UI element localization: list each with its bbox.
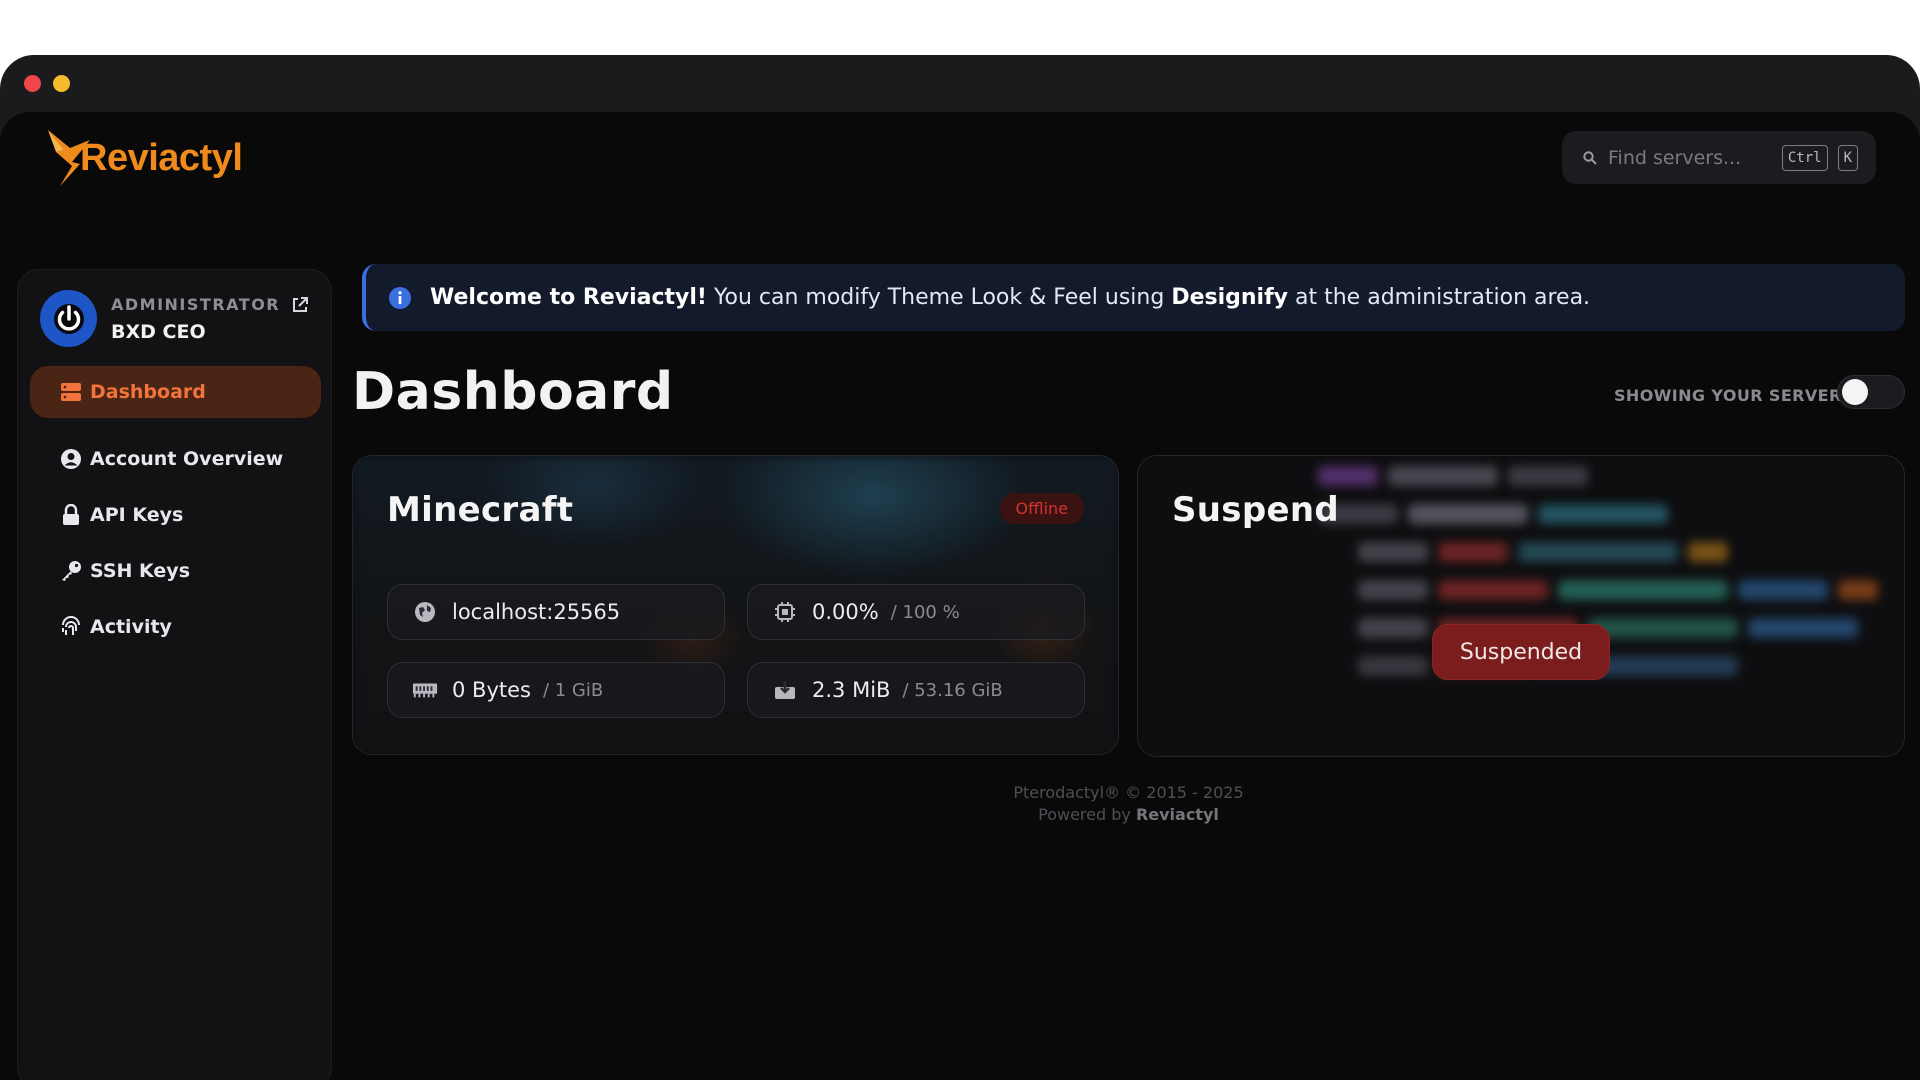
external-link-icon[interactable]	[290, 295, 310, 315]
banner-designify: Designify	[1171, 285, 1289, 310]
toggle-knob	[1842, 379, 1868, 405]
page-title: Dashboard	[352, 362, 674, 422]
disk-limit: / 53.16 GiB	[902, 679, 1003, 701]
cpu-limit: / 100 %	[890, 601, 960, 623]
sidebar-item-label: Account Overview	[90, 448, 284, 470]
shortcut-k-key: K	[1837, 144, 1858, 171]
disk-used: 2.3 MiB	[812, 678, 891, 702]
key-icon	[60, 560, 82, 582]
shortcut-ctrl-key: Ctrl	[1781, 144, 1828, 171]
minimize-window-button[interactable]	[53, 75, 70, 92]
footer: Pterodactyl® © 2015 - 2025 Powered by Re…	[352, 782, 1905, 826]
sidebar-item-label: API Keys	[90, 504, 184, 526]
window-controls	[24, 75, 70, 92]
sidebar-nav: Dashboard Account Overview API Keys SSH …	[30, 366, 321, 657]
status-badge: Offline	[999, 493, 1084, 524]
download-tray-icon	[772, 677, 798, 703]
avatar[interactable]	[40, 290, 97, 347]
server-name: Minecraft	[387, 490, 574, 530]
logo-text: Reviactyl	[80, 136, 243, 179]
sidebar-item-api-keys[interactable]: API Keys	[30, 489, 321, 541]
cpu-icon	[772, 599, 798, 625]
server-search[interactable]: Ctrl K	[1562, 131, 1876, 184]
user-role: ADMINISTRATOR	[111, 295, 310, 315]
search-icon	[1583, 150, 1597, 165]
servers-toggle-label: SHOWING YOUR SERVERS	[1614, 386, 1854, 405]
globe-icon	[412, 599, 438, 625]
memory-limit: / 1 GiB	[542, 679, 604, 701]
search-input[interactable]	[1608, 146, 1772, 169]
cpu-used: 0.00%	[812, 600, 879, 624]
server-address: localhost:25565	[452, 600, 621, 624]
server-card-minecraft[interactable]: Minecraft Offline localhost:25565 0.00% …	[352, 455, 1119, 755]
sidebar-item-label: Dashboard	[90, 381, 206, 403]
powered-by: Powered by Reviactyl	[352, 804, 1905, 826]
sidebar-item-label: SSH Keys	[90, 560, 191, 582]
lock-icon	[60, 504, 82, 526]
logo[interactable]: Reviactyl	[46, 126, 243, 190]
fingerprint-icon	[60, 616, 82, 638]
disk-stat: 2.3 MiB / 53.16 GiB	[747, 662, 1085, 718]
memory-used: 0 Bytes	[452, 678, 531, 702]
welcome-banner: Welcome to Reviactyl! You can modify The…	[362, 264, 1905, 331]
server-address-stat: localhost:25565	[387, 584, 725, 640]
banner-welcome: Welcome to Reviactyl!	[430, 285, 707, 310]
servers-toggle[interactable]	[1837, 375, 1905, 409]
server-name: Suspend	[1172, 490, 1339, 530]
memory-stat: 0 Bytes / 1 GiB	[387, 662, 725, 718]
app-window: Reviactyl Ctrl K	[0, 55, 1920, 1080]
power-icon	[53, 303, 84, 334]
banner-text: You can modify Theme Look & Feel using	[706, 285, 1172, 310]
memory-icon	[412, 677, 438, 703]
sidebar-item-dashboard[interactable]: Dashboard	[30, 366, 321, 418]
powered-by-brand[interactable]: Reviactyl	[1136, 805, 1219, 824]
copyright-text: Pterodactyl® © 2015 - 2025	[1013, 783, 1244, 802]
sidebar: ADMINISTRATOR BXD CEO Dashboard Account …	[17, 269, 332, 1080]
cpu-stat: 0.00% / 100 %	[747, 584, 1085, 640]
user-profile: ADMINISTRATOR BXD CEO	[40, 290, 310, 347]
banner-message: Welcome to Reviactyl! You can modify The…	[430, 285, 1590, 310]
sidebar-item-ssh-keys[interactable]: SSH Keys	[30, 545, 321, 597]
server-stack-icon	[60, 381, 82, 403]
app-content: Reviactyl Ctrl K	[0, 112, 1920, 1080]
sidebar-item-label: Activity	[90, 616, 172, 638]
user-role-label: ADMINISTRATOR	[111, 295, 281, 314]
banner-text-end: at the administration area.	[1288, 285, 1591, 310]
sidebar-item-account-overview[interactable]: Account Overview	[30, 433, 321, 485]
close-window-button[interactable]	[24, 75, 41, 92]
sidebar-item-activity[interactable]: Activity	[30, 601, 321, 653]
user-name: BXD CEO	[111, 320, 206, 343]
server-card-suspend[interactable]: Suspend Suspended	[1137, 455, 1905, 757]
user-circle-icon	[60, 448, 82, 470]
suspended-badge: Suspended	[1432, 624, 1610, 680]
info-icon	[389, 286, 411, 309]
powered-by-prefix: Powered by	[1038, 805, 1136, 824]
